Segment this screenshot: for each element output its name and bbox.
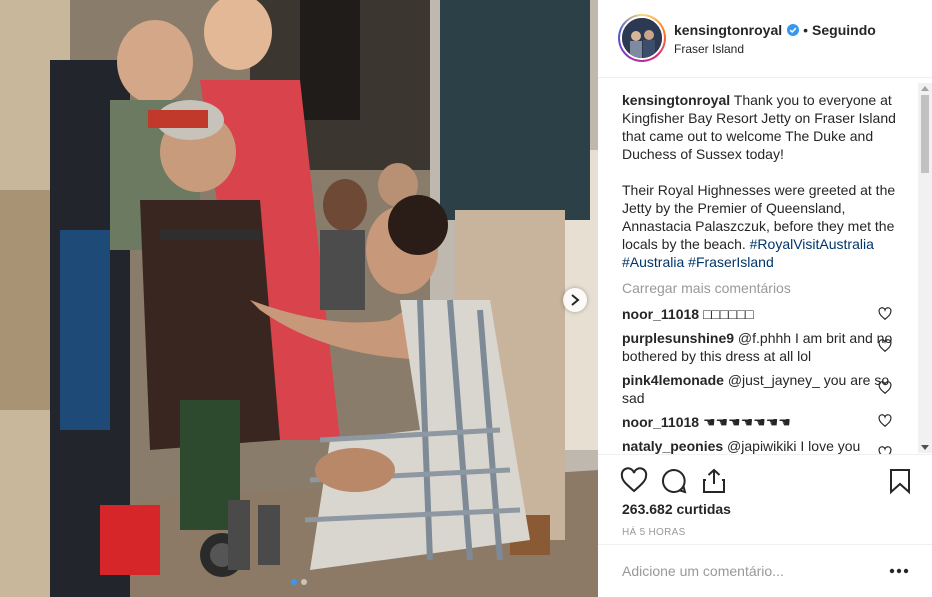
post-header: kensingtonroyal • Seguindo Fraser Island: [598, 0, 932, 78]
photo-illustration: [0, 0, 598, 597]
comment-username[interactable]: purplesunshine9: [622, 330, 734, 346]
more-options-icon[interactable]: [889, 567, 909, 575]
likes-count[interactable]: 263.682 curtidas: [622, 501, 731, 517]
hashtag-link[interactable]: #RoyalVisitAustralia: [750, 236, 874, 252]
like-comment-heart-icon[interactable]: [878, 381, 892, 395]
following-button[interactable]: Seguindo: [812, 22, 876, 38]
comment-item: purplesunshine9 @f.phhh I am brit and no…: [622, 329, 902, 365]
comment-bubble-icon[interactable]: [660, 467, 688, 495]
comment-text: □□□□□□: [699, 306, 754, 322]
comment-item: noor_11018 □□□□□□: [622, 305, 902, 323]
carousel-dots: [0, 579, 598, 585]
comment-item: nataly_peonies @japiwikiki I love you: [622, 437, 902, 454]
like-comment-heart-icon[interactable]: [878, 307, 892, 321]
comment-item: noor_11018 ☚☚☚☚☚☚☚: [622, 413, 902, 431]
like-heart-icon[interactable]: [620, 467, 648, 495]
avatar[interactable]: [620, 16, 664, 60]
comment-mention-link[interactable]: @japiwikiki: [727, 438, 796, 454]
comment-username[interactable]: nataly_peonies: [622, 438, 723, 454]
comment-mention-link[interactable]: @f.phhh: [738, 330, 791, 346]
post-caption: kensingtonroyal Thank you to everyone at…: [622, 91, 902, 271]
scroll-up-arrow-icon[interactable]: [921, 86, 929, 91]
comment-item: pink4lemonade @just_jayney_ you are so s…: [622, 371, 902, 407]
comment-text: ☚☚☚☚☚☚☚: [699, 414, 791, 430]
comments-section: kensingtonroyal Thank you to everyone at…: [598, 79, 932, 454]
share-upload-icon[interactable]: [700, 467, 728, 495]
add-comment-input[interactable]: [622, 561, 862, 581]
comment-mention-link[interactable]: @just_jayney_: [728, 372, 820, 388]
comment-username[interactable]: pink4lemonade: [622, 372, 724, 388]
chevron-right-icon: [571, 294, 580, 306]
next-photo-button[interactable]: [563, 288, 587, 312]
carousel-dot-active: [291, 579, 297, 585]
post-side-panel: kensingtonroyal • Seguindo Fraser Island…: [598, 0, 932, 597]
bookmark-save-icon[interactable]: [886, 467, 914, 495]
add-comment-bar: [598, 544, 932, 597]
post-location[interactable]: Fraser Island: [674, 42, 744, 56]
instagram-post-view: kensingtonroyal • Seguindo Fraser Island…: [0, 0, 932, 597]
comment-username[interactable]: noor_11018: [622, 306, 699, 322]
header-separator: •: [803, 22, 809, 38]
hashtag-link[interactable]: #Australia: [622, 254, 684, 270]
post-photo[interactable]: [0, 0, 598, 597]
hashtag-link[interactable]: #FraserIsland: [688, 254, 774, 270]
post-timestamp[interactable]: HÁ 5 HORAS: [622, 527, 686, 538]
caption-username[interactable]: kensingtonroyal: [622, 92, 730, 108]
like-comment-heart-icon[interactable]: [878, 446, 892, 454]
header-username[interactable]: kensingtonroyal: [674, 22, 782, 38]
header-user-line: kensingtonroyal • Seguindo: [674, 22, 876, 38]
like-comment-heart-icon[interactable]: [878, 414, 892, 428]
post-actions: 263.682 curtidas HÁ 5 HORAS: [598, 454, 932, 544]
comment-text: I love you: [796, 438, 861, 454]
scroll-down-arrow-icon[interactable]: [921, 445, 929, 450]
scrollbar-thumb[interactable]: [921, 95, 929, 173]
comment-username[interactable]: noor_11018: [622, 414, 699, 430]
avatar-image: [622, 18, 662, 58]
avatar-story-ring[interactable]: [618, 14, 666, 62]
carousel-dot: [301, 579, 307, 585]
like-comment-heart-icon[interactable]: [878, 339, 892, 353]
load-more-comments-button[interactable]: Carregar mais comentários: [622, 280, 791, 296]
verified-badge-icon: [787, 24, 800, 36]
comments-scrollbar[interactable]: [918, 83, 932, 453]
